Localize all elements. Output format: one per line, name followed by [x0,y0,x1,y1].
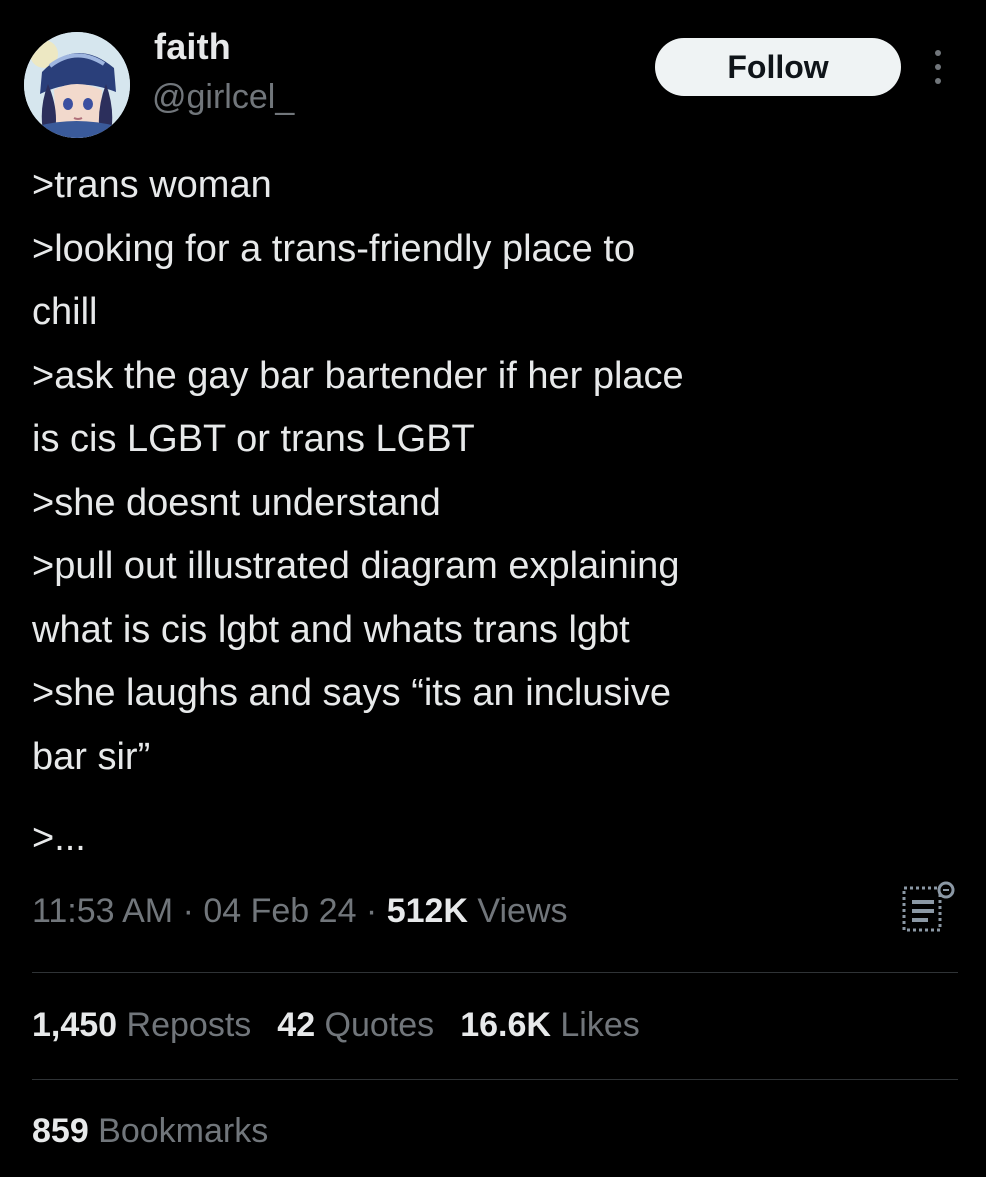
engagement-stats: 1,450 Reposts 42 Quotes 16.6K Likes [32,1006,666,1045]
quotes-label: Quotes [315,1006,435,1044]
meta-separator: · [173,892,204,930]
tweet-line: >looking for a trans-friendly place to [32,227,636,270]
tweet-date[interactable]: 04 Feb 24 [203,892,356,930]
reposts-count: 1,450 [32,1006,118,1044]
bookmarks-label: Bookmarks [88,1112,269,1150]
anime-avatar-icon [24,32,130,138]
divider [32,972,958,973]
reposts-stat[interactable]: 1,450 Reposts [32,1006,251,1045]
likes-stat[interactable]: 16.6K Likes [460,1006,640,1045]
views-label: Views [467,892,568,930]
user-avatar[interactable] [24,32,130,138]
quotes-count: 42 [277,1006,316,1044]
tweet-line: chill [32,291,98,333]
more-dots-icon[interactable] [926,44,950,90]
likes-count: 16.6K [460,1006,551,1044]
likes-label: Likes [550,1006,640,1044]
divider [32,1079,958,1080]
dot [935,64,941,70]
tweet-time[interactable]: 11:53 AM [32,892,173,930]
tweet-header: faith @girlcel_ Follow [0,0,986,150]
tweet-line: bar sir” [32,735,151,778]
tweet-line: is cis LGBT or trans LGBT [32,418,475,460]
views-count: 512K [386,892,468,930]
analytics-icon[interactable] [898,880,960,936]
tweet-line: >ask the gay bar bartender if her place [32,354,684,397]
tweet-line: >she doesnt understand [32,481,441,524]
follow-button[interactable]: Follow [655,38,901,96]
bookmarks-stat[interactable]: 859 Bookmarks [32,1112,268,1151]
tweet-line: what is cis lgbt and whats trans lgbt [32,608,630,651]
author-handle[interactable]: @girlcel_ [152,78,294,117]
tweet-line: >she laughs and says “its an inclusive [32,672,671,714]
tweet-line: >pull out illustrated diagram explaining [32,545,680,587]
author-display-name[interactable]: faith [154,26,231,68]
tweet-line: >trans woman [32,164,272,206]
reposts-label: Reposts [117,1006,252,1044]
dot [935,50,941,56]
tweet-text: >trans woman >looking for a trans-friend… [32,154,962,871]
quotes-stat[interactable]: 42 Quotes [277,1006,434,1045]
dot [935,78,941,84]
tweet-meta: 11:53 AM · 04 Feb 24 · 512K Views [32,892,568,931]
bookmarks-count: 859 [32,1112,89,1150]
tweet-line: >... [32,817,86,859]
meta-separator: · [356,892,387,930]
